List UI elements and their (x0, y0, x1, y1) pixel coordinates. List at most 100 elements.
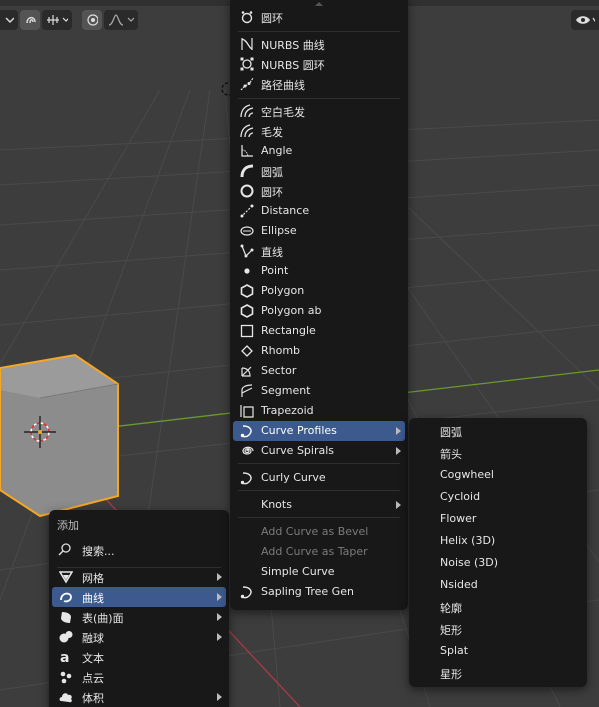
menu-item-profile-outline[interactable]: 轮廓 (412, 597, 584, 617)
menu-item-simple-curve[interactable]: Simple Curve (233, 562, 405, 582)
menu-item-label: Curve Spirals (261, 444, 335, 457)
menu-item-path-curve[interactable]: 路径曲线 (233, 74, 405, 94)
curly-curve-icon (239, 470, 255, 486)
menu-item-label: 圆环 (261, 12, 283, 25)
proportional-editing-toggle[interactable] (82, 10, 102, 30)
menu-item-arc[interactable]: 圆弧 (233, 161, 405, 181)
menu-item-label: Polygon (261, 284, 305, 297)
arc-icon (239, 163, 255, 179)
snap-icon (26, 16, 36, 24)
menu-item-label: 点云 (82, 672, 104, 685)
text-icon: a (58, 649, 74, 665)
submenu-arrow-icon (396, 501, 401, 509)
menu-item-label: 空白毛发 (261, 106, 305, 119)
separator (238, 490, 400, 491)
menu-item-label: Cogwheel (440, 468, 494, 481)
menu-item-sapling-tree-gen[interactable]: Sapling Tree Gen (233, 582, 405, 602)
snap-target-dropdown[interactable] (42, 10, 72, 30)
menu-item-label: Rhomb (261, 344, 301, 357)
menu-item-pointcloud[interactable]: 点云 (52, 667, 226, 687)
menu-item-add-curve-as-taper: Add Curve as Taper (233, 542, 405, 562)
menu-item-profile-arrow[interactable]: 箭头 (412, 443, 584, 463)
svg-text:a: a (60, 650, 69, 664)
menu-item-label: 圆弧 (261, 166, 283, 179)
menu-item-trapezoid[interactable]: Trapezoid (233, 401, 405, 421)
menu-item-volume[interactable]: 体积 (52, 687, 226, 707)
proportional-falloff-dropdown[interactable] (104, 10, 138, 30)
menu-item-profile-helix[interactable]: Helix (3D) (412, 531, 584, 551)
menu-item-text[interactable]: a 文本 (52, 647, 226, 667)
menu-item-sector[interactable]: Sector (233, 361, 405, 381)
menu-item-label: Add Curve as Bevel (261, 525, 369, 538)
menu-item-label: 圆弧 (440, 426, 462, 439)
menu-item-label: NURBS 曲线 (261, 39, 325, 52)
menu-item-profile-star[interactable]: 星形 (412, 663, 584, 683)
menu-item-label: 网格 (82, 572, 104, 585)
proportional-edit-icon (87, 14, 98, 26)
menu-item-segment[interactable]: Segment (233, 381, 405, 401)
menu-item-empty-hair[interactable]: 空白毛发 (233, 101, 405, 121)
menu-item-metaball[interactable]: 融球 (52, 627, 226, 647)
menu-item-rhomb[interactable]: Rhomb (233, 341, 405, 361)
menu-item-nurbs-circle[interactable]: NURBS 圆环 (233, 54, 405, 74)
menu-item-label: Add Curve as Taper (261, 545, 368, 558)
snap-toggle[interactable] (20, 10, 40, 30)
menu-item-profile-splat[interactable]: Splat (412, 641, 584, 661)
menu-item-polygon[interactable]: Polygon (233, 281, 405, 301)
rectangle-icon (239, 323, 255, 339)
visibility-dropdown[interactable] (571, 10, 599, 30)
curve-menu: 圆环 NURBS 曲线 NURBS 圆环 路径曲线 空白毛发 毛发 Angle … (230, 0, 408, 610)
hair-icon (239, 123, 255, 139)
bezier-circle-icon (239, 9, 255, 25)
menu-item-profile-noise[interactable]: Noise (3D) (412, 553, 584, 573)
menu-item-ellipse[interactable]: Ellipse (233, 221, 405, 241)
distance-icon (239, 203, 255, 219)
menu-item-surface[interactable]: 表(曲)面 (52, 607, 226, 627)
menu-item-line[interactable]: 直线 (233, 241, 405, 261)
viewport-header-right (571, 8, 599, 32)
menu-item-rectangle[interactable]: Rectangle (233, 321, 405, 341)
menu-item-profile-flower[interactable]: Flower (412, 509, 584, 529)
menu-item-hair[interactable]: 毛发 (233, 121, 405, 141)
menu-item-label: Trapezoid (261, 404, 314, 417)
sector-icon (239, 363, 255, 379)
menu-item-profile-arc[interactable]: 圆弧 (412, 421, 584, 441)
menu-item-label: Point (261, 264, 289, 277)
menu-item-bezier-circle[interactable]: 圆环 (233, 7, 405, 27)
menu-item-label: 曲线 (82, 592, 104, 605)
menu-item-label: 融球 (82, 632, 104, 645)
menu-item-nurbs-curve[interactable]: NURBS 曲线 (233, 34, 405, 54)
trapezoid-icon (239, 403, 255, 419)
menu-item-point[interactable]: Point (233, 261, 405, 281)
surface-icon (58, 609, 74, 625)
menu-item-profile-nsided[interactable]: Nsided (412, 575, 584, 595)
menu-item-profile-cycloid[interactable]: Cycloid (412, 487, 584, 507)
curve-profiles-menu: 圆弧 箭头 Cogwheel Cycloid Flower Helix (3D)… (409, 418, 587, 687)
polygon-ab-icon (239, 303, 255, 319)
menu-item-label: 矩形 (440, 624, 462, 637)
add-menu: 添加 搜索... 网格 曲线 表(曲)面 融球 a 文本 点云 体积 (49, 510, 229, 707)
menu-item-curly-curve[interactable]: Curly Curve (233, 468, 405, 488)
menu-item-curve-spirals[interactable]: Curve Spirals (233, 441, 405, 461)
transform-orientation-dropdown[interactable] (0, 10, 18, 30)
menu-item-distance[interactable]: Distance (233, 201, 405, 221)
menu-item-polygon-ab[interactable]: Polygon ab (233, 301, 405, 321)
submenu-arrow-icon (217, 693, 222, 701)
menu-item-curve-profiles[interactable]: Curve Profiles (233, 421, 405, 441)
add-menu-search[interactable]: 搜索... (52, 540, 226, 560)
menu-item-label: Knots (261, 498, 292, 511)
menu-item-mesh[interactable]: 网格 (52, 567, 226, 587)
point-icon (239, 263, 255, 279)
menu-item-curve[interactable]: 曲线 (52, 587, 226, 607)
menu-item-label: 路径曲线 (261, 79, 305, 92)
ellipse-icon (239, 223, 255, 239)
menu-item-label: Simple Curve (261, 565, 335, 578)
menu-item-profile-rectangle[interactable]: 矩形 (412, 619, 584, 639)
circle-icon (239, 183, 255, 199)
search-label: 搜索... (82, 545, 115, 558)
menu-item-angle[interactable]: Angle (233, 141, 405, 161)
menu-item-circle[interactable]: 圆环 (233, 181, 405, 201)
menu-item-label: Nsided (440, 578, 478, 591)
menu-item-profile-cogwheel[interactable]: Cogwheel (412, 465, 584, 485)
menu-item-knots[interactable]: Knots (233, 495, 405, 515)
